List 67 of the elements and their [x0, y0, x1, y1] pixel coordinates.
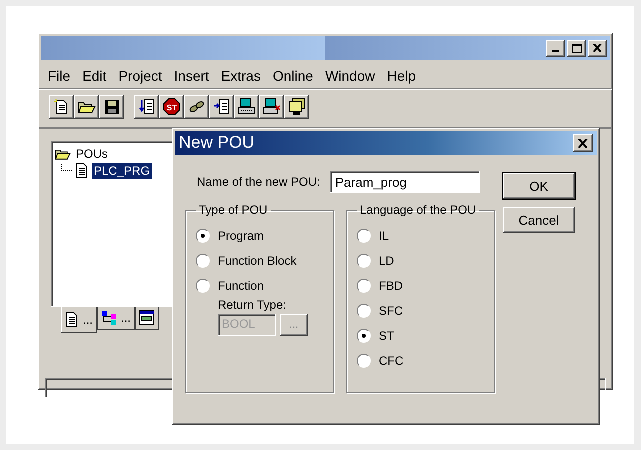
computer-icon [238, 98, 256, 116]
toolbar-button[interactable] [184, 95, 209, 119]
option-label: Function Block [218, 254, 297, 268]
document-arrow-icon [212, 98, 230, 116]
name-input-field[interactable]: Param_prog [330, 171, 480, 193]
radio-button[interactable] [196, 228, 210, 242]
radio-button[interactable] [196, 254, 210, 268]
window-icon [139, 310, 156, 326]
pane-tab[interactable] [135, 307, 160, 330]
tree-item[interactable]: POUs [74, 146, 110, 162]
pane-tab[interactable]: ... [61, 307, 98, 333]
group-title: Type of POU [198, 203, 269, 217]
stop-sign-icon: ST [162, 98, 180, 116]
menu-item[interactable]: Window [320, 68, 382, 84]
blocks-diagram-icon [101, 310, 118, 326]
folders-icon [288, 98, 306, 116]
radio-button[interactable] [357, 304, 371, 318]
dialog-title: New POU [179, 133, 255, 153]
close-button[interactable] [588, 40, 607, 56]
close-button[interactable] [573, 134, 593, 152]
menu-item[interactable]: Insert [169, 68, 216, 84]
tree-item[interactable]: PLC_PRG [92, 162, 152, 178]
toolbar-button[interactable] [234, 95, 259, 119]
document-icon [65, 312, 79, 328]
field-label: Return Type: [218, 298, 286, 312]
option-label: ST [379, 328, 394, 342]
dialog-button[interactable]: OK [503, 173, 575, 199]
radio-button[interactable] [196, 278, 210, 292]
group-title: Language of the POU [359, 203, 478, 217]
radio-button[interactable] [357, 328, 371, 342]
maximize-button[interactable] [567, 40, 586, 56]
computer-cross-icon [262, 98, 280, 116]
toolbar-button[interactable] [284, 95, 309, 119]
maximize-icon [572, 44, 582, 52]
menu-item[interactable]: File [43, 68, 78, 84]
field-label: Name of the new POU: [197, 175, 320, 189]
menu-item[interactable]: Edit [78, 68, 114, 84]
dialog-button[interactable]: Cancel [503, 207, 575, 233]
document-icon [75, 162, 89, 178]
option-label: LD [379, 254, 394, 268]
menu-item[interactable]: Extras [216, 68, 268, 84]
pane-tab[interactable]: ... [97, 307, 136, 330]
toolbar-button[interactable] [259, 95, 284, 119]
close-icon [593, 44, 602, 52]
radio-button[interactable] [357, 278, 371, 292]
option-label: Function [218, 278, 264, 292]
toolbar-button[interactable] [134, 95, 159, 119]
close-icon [578, 138, 588, 148]
option-label: IL [379, 228, 390, 242]
toolbar-button[interactable] [99, 95, 124, 119]
menu-item[interactable]: Project [114, 68, 170, 84]
toolbar-button[interactable]: ST [159, 95, 184, 119]
toolbar-button[interactable] [209, 95, 234, 119]
menu-item[interactable]: Online [268, 68, 320, 84]
option-label: CFC [379, 354, 404, 368]
radio-button[interactable] [357, 354, 371, 368]
toolbar-button[interactable] [49, 95, 74, 119]
radio-button[interactable] [357, 254, 371, 268]
menu-item[interactable]: Help [382, 68, 424, 84]
option-label: Program [218, 228, 264, 242]
option-label: SFC [379, 304, 403, 318]
toolbar-button[interactable] [74, 95, 99, 119]
option-label: FBD [379, 278, 403, 292]
radio-button[interactable] [357, 228, 371, 242]
minimize-button[interactable] [546, 40, 565, 56]
new-document-icon [52, 98, 70, 116]
document-arrow-icon [138, 98, 156, 116]
